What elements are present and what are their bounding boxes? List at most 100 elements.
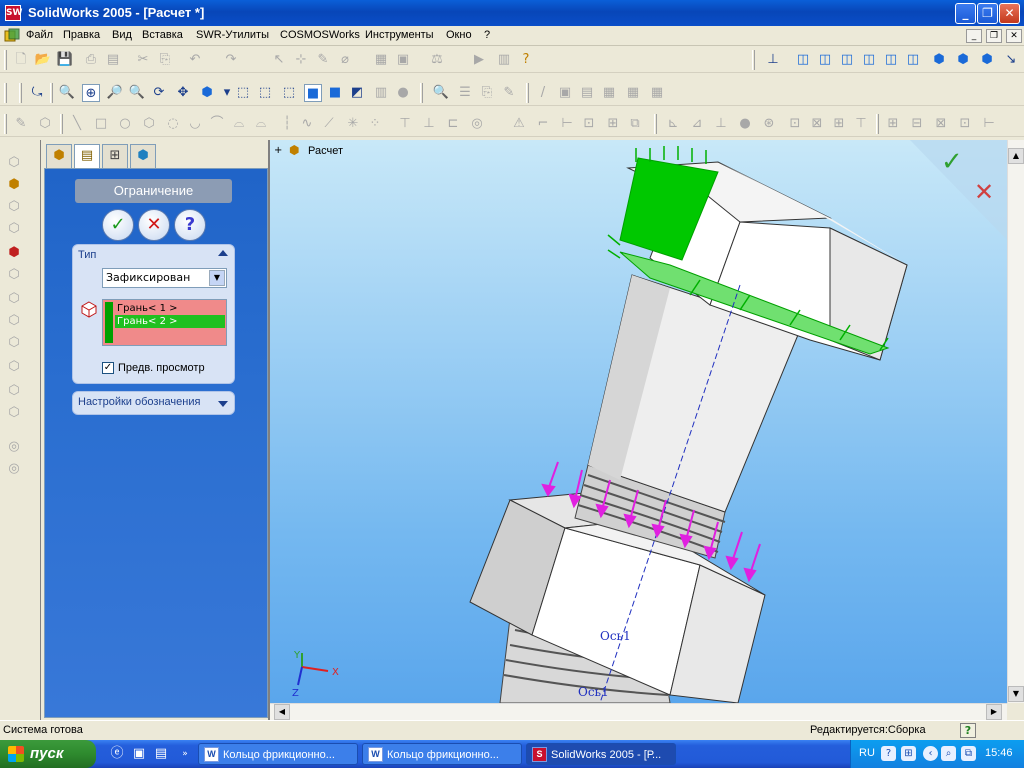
toolbar-grip[interactable] [654,114,657,134]
cancel-button[interactable]: ✕ [138,209,170,241]
partial-ellipse-icon[interactable]: ⌓ [252,115,270,133]
toolbar-grip[interactable] [752,50,755,70]
centerpoint-arc-icon[interactable]: ◌ [164,115,182,133]
smart-dimension-icon[interactable]: ⌀ [336,51,354,69]
explode-icon[interactable]: ⊢ [980,115,998,133]
check-sketch-icon[interactable]: ⊡ [786,115,804,133]
new-icon[interactable]: 🗋 [12,51,30,69]
toolbar-grip[interactable] [60,114,63,134]
fillet-icon[interactable]: ⌐ [534,115,552,133]
measure-icon[interactable]: ⚖ [428,51,446,69]
horizontal-scrollbar[interactable]: ◀ ▶ [270,703,1007,720]
type-group-header[interactable]: Тип [78,249,96,261]
insert-component-icon[interactable]: ⊞ [884,115,902,133]
face-list-item[interactable]: Грань< 1 > [115,302,225,315]
front-view-icon[interactable]: ◫ [794,51,812,69]
scroll-right-icon[interactable]: ▶ [986,704,1002,720]
menu-insert[interactable]: Вставка [142,29,183,41]
results-icon[interactable]: ◎ [5,460,23,478]
sketch-icon[interactable]: ✎ [12,115,30,133]
convert-icon[interactable]: ◎ [468,115,486,133]
top-view-icon[interactable]: ◫ [882,51,900,69]
help-button[interactable]: ? [174,209,206,241]
edit-feature-icon[interactable]: ✎ [500,84,518,102]
quicklaunch-more-icon[interactable]: » [176,745,194,763]
repair-icon[interactable]: ● [736,115,754,133]
point-line-icon[interactable]: ⟋ [320,115,338,133]
restore-button[interactable]: ❐ [977,3,998,24]
toolbar-grip[interactable] [4,50,7,70]
selected-faces-list[interactable]: Грань< 1 > Грань< 2 > [102,299,227,346]
grid-icon[interactable]: ▦ [648,84,666,102]
right-view-icon[interactable]: ◫ [860,51,878,69]
dimetric-view-icon[interactable]: ⬢ [978,51,996,69]
minimize-button[interactable]: _ [955,3,976,24]
hidden-lines-removed-icon[interactable]: ⬚ [280,84,298,102]
menu-swr-utils[interactable]: SWR-Утилиты [196,29,269,41]
copy-entities-icon[interactable]: ⧉ [626,115,644,133]
search-tray-icon[interactable]: ⌕ [941,746,956,761]
menu-cosmosworks[interactable]: COSMOSWorks [280,29,360,41]
preview-checkbox[interactable]: ✓ [102,362,114,374]
open-icon[interactable]: 📂 [34,51,52,69]
sketch-icon[interactable]: ✎ [314,51,332,69]
pin-icon[interactable]: ⬡ [5,266,23,284]
documents-icon[interactable]: ▤ [152,745,170,763]
tangent-arc-icon[interactable]: ◡ [186,115,204,133]
confirm-cancel-icon[interactable]: ✕ [974,178,994,206]
language-indicator[interactable]: RU [859,747,875,759]
menu-help[interactable]: ? [484,29,490,41]
macro-icon[interactable]: ▶ [470,51,488,69]
section-view-icon[interactable]: ▥ [372,84,390,102]
zoom-to-selection-icon[interactable]: 🔍 [128,84,146,102]
bearing-icon[interactable]: ⬡ [5,334,23,352]
solidworks-app-icon[interactable]: SW [5,5,22,21]
tab-feature-tree[interactable]: ⬢ [46,144,72,168]
list-icon[interactable]: ☰ [456,84,474,102]
options-icon[interactable]: ▦ [372,51,390,69]
display-relations-icon[interactable]: ⊿ [688,115,706,133]
mate-reference-icon[interactable]: ⬡ [5,198,23,216]
save-quicklaunch-icon[interactable]: ▣ [130,745,148,763]
move-component-icon[interactable]: ⊠ [932,115,950,133]
wireframe-icon[interactable]: ⬚ [234,84,252,102]
shaded-with-edges-icon[interactable]: ■ [304,84,322,102]
load-icon[interactable]: ⬡ [5,382,23,400]
relations-icon[interactable]: ⊾ [664,115,682,133]
move-icon[interactable]: ⊞ [604,115,622,133]
render-icon[interactable]: ● [394,84,412,102]
connector-icon[interactable]: ⬡ [5,358,23,376]
mate-icon[interactable]: ⊟ [908,115,926,133]
menu-window[interactable]: Окно [446,29,472,41]
taskbar-item-solidworks[interactable]: S SolidWorks 2005 - [Р... [526,743,676,765]
menu-file[interactable]: Файл [26,29,53,41]
menu-view[interactable]: Вид [112,29,132,41]
rotate-view-icon[interactable]: ⟳ [150,84,168,102]
help-status-icon[interactable]: ? [960,723,976,738]
cut-icon[interactable]: ✂ [134,51,152,69]
tab-property-manager[interactable]: ▤ [74,144,100,169]
isometric-view-icon[interactable]: ⬢ [930,51,948,69]
layer-icon[interactable]: ▤ [578,84,596,102]
restraint-type-select[interactable]: Зафиксирован ▼ [102,268,227,288]
network-icon[interactable]: ⧉ [961,746,976,761]
bolt-icon[interactable]: ⬡ [5,290,23,308]
pattern-icon[interactable]: ⊡ [580,115,598,133]
circle-icon[interactable]: ○ [116,115,134,133]
collapse-chevron-icon[interactable] [218,250,228,256]
scan-icon[interactable]: ⊛ [760,115,778,133]
rebuild-icon[interactable]: ▥ [495,51,513,69]
taskbar-item-word-2[interactable]: W Кольцо фрикционно... [362,743,522,765]
mdi-minimize-button[interactable]: _ [966,29,982,43]
help-tray-icon[interactable]: ? [881,746,896,761]
scroll-left-icon[interactable]: ◀ [274,704,290,720]
bottom-view-icon[interactable]: ◫ [904,51,922,69]
symbol-settings-group[interactable]: Настройки обозначения [72,391,235,415]
taskbar-item-word-1[interactable]: W Кольцо фрикционно... [198,743,358,765]
tab-cosmos[interactable]: ⬢ [130,144,156,168]
study-icon[interactable]: ⬢ [5,244,23,262]
rotate-component-icon[interactable]: ⊡ [956,115,974,133]
vertical-scrollbar[interactable]: ▲ ▼ [1007,140,1024,703]
grid-points-icon[interactable]: ⁘ [366,115,384,133]
toolbar-grip[interactable] [4,83,7,103]
